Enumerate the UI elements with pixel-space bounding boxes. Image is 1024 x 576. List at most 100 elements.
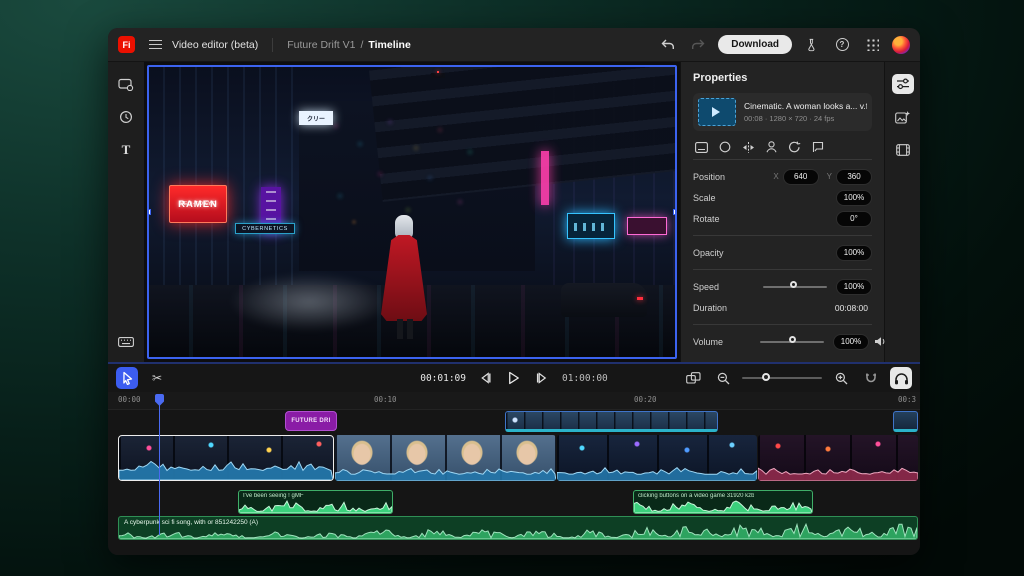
x-label: X bbox=[773, 172, 778, 181]
audio-preview-button[interactable] bbox=[890, 367, 912, 389]
text-clip[interactable]: FUTURE DRI bbox=[285, 411, 337, 431]
transport-controls: 00:01:09 01:00:00 bbox=[420, 364, 608, 392]
current-time: 00:01:09 bbox=[420, 373, 466, 384]
playhead-line bbox=[159, 405, 161, 535]
play-button[interactable] bbox=[504, 367, 524, 389]
snap-toggle-button[interactable] bbox=[860, 367, 882, 389]
music-clip[interactable]: A cyberpunk sci fi song, with or 8512422… bbox=[118, 516, 918, 540]
zoom-slider-thumb[interactable] bbox=[762, 373, 770, 381]
position-x-field[interactable]: 640 bbox=[783, 169, 819, 185]
ruler-tick: 00:3 bbox=[898, 395, 916, 404]
text-tool-button[interactable]: T bbox=[115, 140, 137, 160]
overlay-video-clip[interactable] bbox=[505, 411, 718, 432]
undo-button[interactable] bbox=[658, 35, 678, 55]
adjust-sliders-icon bbox=[896, 78, 910, 90]
apps-grid-icon[interactable] bbox=[862, 35, 882, 55]
menu-icon[interactable] bbox=[149, 40, 162, 49]
cursor-icon bbox=[121, 371, 134, 385]
desktop-background: Fi Video editor (beta) Future Drift V1 /… bbox=[0, 0, 1024, 576]
scale-field[interactable]: 100% bbox=[836, 190, 872, 206]
history-clock-button[interactable] bbox=[115, 107, 137, 127]
speed-field[interactable]: 100% bbox=[836, 279, 872, 295]
download-button[interactable]: Download bbox=[718, 35, 792, 54]
sound-effect-clip[interactable]: I've been seeing ! gMF bbox=[238, 490, 393, 514]
storyboard-icon[interactable] bbox=[812, 141, 824, 153]
position-row: Position X 640 Y 360 bbox=[693, 166, 872, 187]
woman-red-cape bbox=[381, 235, 427, 321]
volume-slider-thumb[interactable] bbox=[789, 336, 796, 343]
character-icon[interactable] bbox=[766, 141, 777, 153]
playhead[interactable] bbox=[155, 394, 164, 406]
zoom-in-button[interactable] bbox=[830, 367, 852, 389]
video-clip-selected[interactable] bbox=[118, 435, 334, 481]
timeline-ruler[interactable]: 00:00 00:10 00:20 00:3 bbox=[108, 392, 920, 410]
breadcrumb[interactable]: Future Drift V1 / Timeline bbox=[287, 39, 411, 51]
breadcrumb-separator: / bbox=[360, 39, 363, 51]
app-header: Fi Video editor (beta) Future Drift V1 /… bbox=[108, 28, 920, 62]
overlay-video-clip-2[interactable] bbox=[893, 411, 918, 432]
mask-circle-icon[interactable] bbox=[719, 141, 731, 153]
opacity-field[interactable]: 100% bbox=[836, 245, 872, 261]
next-frame-button[interactable] bbox=[534, 367, 552, 389]
position-y-field[interactable]: 360 bbox=[836, 169, 872, 185]
zoom-out-button[interactable] bbox=[712, 367, 734, 389]
properties-title: Properties bbox=[693, 72, 872, 84]
overview-toggle-button[interactable] bbox=[682, 367, 704, 389]
resize-handle-left[interactable] bbox=[147, 209, 151, 215]
properties-panel-button[interactable] bbox=[892, 74, 914, 94]
neon-bar-pink bbox=[541, 151, 549, 205]
breadcrumb-project[interactable]: Future Drift V1 bbox=[287, 39, 355, 51]
zoom-slider[interactable] bbox=[742, 377, 822, 379]
volume-slider[interactable] bbox=[760, 341, 824, 343]
help-icon[interactable]: ? bbox=[832, 35, 852, 55]
video-preview[interactable]: クリー NEO-TOKYO RAMEN CYBERNETICS bbox=[144, 62, 680, 362]
speaker-icon[interactable] bbox=[874, 336, 888, 347]
refresh-icon[interactable] bbox=[788, 141, 801, 153]
select-tool-button[interactable] bbox=[116, 367, 138, 389]
speed-slider-thumb[interactable] bbox=[790, 281, 797, 288]
volume-row: Volume 100% bbox=[693, 331, 872, 352]
selected-clip-card[interactable]: Cinematic. A woman looks a... v.ffgenvid… bbox=[693, 93, 872, 131]
media-panel-button[interactable] bbox=[892, 140, 914, 160]
experiments-flask-icon[interactable] bbox=[802, 35, 822, 55]
neon-sign-ramen-text: RAMEN bbox=[178, 199, 218, 210]
left-toolbar: T bbox=[108, 62, 144, 362]
preview-selection-border[interactable]: クリー NEO-TOKYO RAMEN CYBERNETICS bbox=[147, 65, 677, 359]
firefly-logo[interactable]: Fi bbox=[118, 36, 135, 53]
ruler-tick: 00:00 bbox=[118, 395, 141, 404]
video-clip[interactable] bbox=[335, 435, 556, 481]
ruler-tick: 00:20 bbox=[634, 395, 657, 404]
split-tool-button[interactable]: ✂ bbox=[146, 367, 168, 389]
flip-icon[interactable] bbox=[742, 142, 755, 153]
sound-effect-clip[interactable]: clicking buttons on a video game 31920 k… bbox=[633, 490, 813, 514]
scale-row: Scale 100% bbox=[693, 187, 872, 208]
breadcrumb-page: Timeline bbox=[368, 39, 410, 51]
generate-image-button[interactable] bbox=[892, 107, 914, 127]
speed-slider[interactable] bbox=[763, 286, 827, 288]
duration-label: Duration bbox=[693, 303, 835, 313]
timeline-toolbar: ✂ 00:01:09 01:00:00 bbox=[108, 362, 920, 392]
woman-leg bbox=[397, 319, 403, 339]
scene-fog bbox=[229, 273, 389, 331]
scene-car bbox=[561, 283, 647, 317]
clip-thumbnail bbox=[698, 98, 736, 126]
rotate-row: Rotate 0° bbox=[693, 208, 872, 229]
video-clip[interactable] bbox=[758, 435, 918, 481]
previous-frame-button[interactable] bbox=[476, 367, 494, 389]
redo-button[interactable] bbox=[688, 35, 708, 55]
video-clip[interactable] bbox=[557, 435, 757, 481]
media-tool-button[interactable] bbox=[115, 74, 137, 94]
timeline-view-controls bbox=[682, 367, 912, 389]
keyboard-shortcuts-button[interactable] bbox=[115, 332, 137, 352]
user-avatar[interactable] bbox=[892, 36, 910, 54]
scale-label: Scale bbox=[693, 193, 836, 203]
rotate-field[interactable]: 0° bbox=[836, 211, 872, 227]
film-roll-icon bbox=[896, 144, 910, 156]
card-icon[interactable] bbox=[695, 142, 708, 153]
resize-handle-right[interactable] bbox=[673, 209, 677, 215]
woman-leg bbox=[407, 319, 413, 339]
volume-label: Volume bbox=[693, 337, 760, 347]
volume-field[interactable]: 100% bbox=[833, 334, 869, 350]
opacity-label: Opacity bbox=[693, 248, 836, 258]
neon-sign-ramen: NEO-TOKYO RAMEN bbox=[169, 185, 227, 223]
